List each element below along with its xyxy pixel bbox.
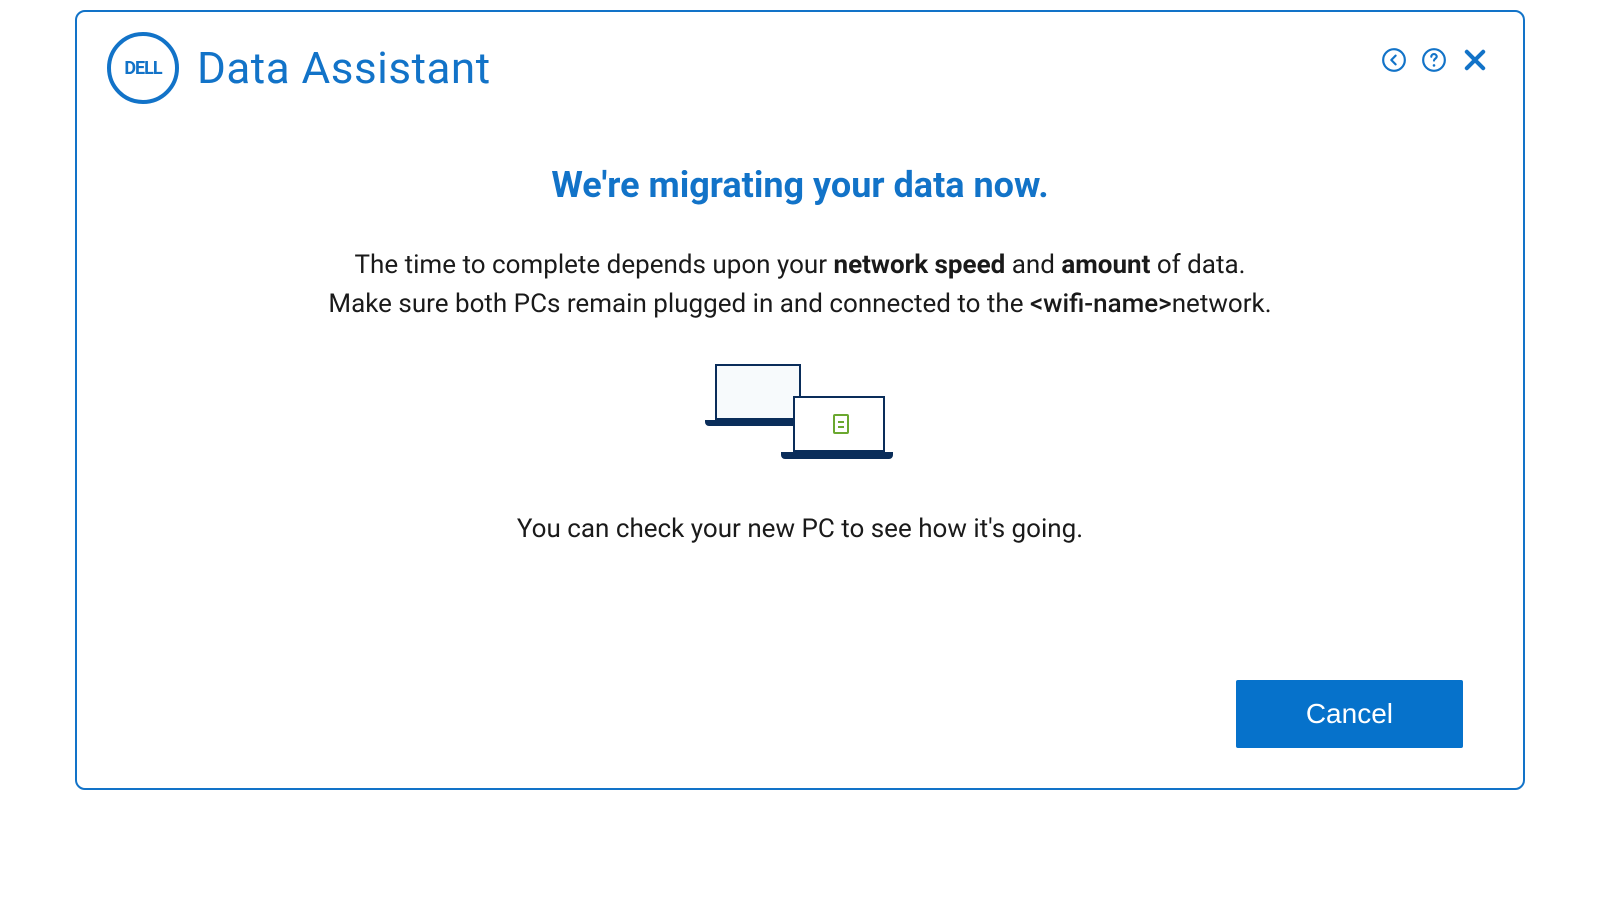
body-mid1: and: [1005, 250, 1061, 280]
wifi-name-placeholder: <wifi-name>: [1030, 289, 1172, 319]
laptop-front-icon: [793, 396, 885, 452]
laptop-front-base: [781, 452, 893, 459]
migration-illustration-icon: [715, 364, 885, 474]
body-text: The time to complete depends upon your n…: [328, 246, 1271, 324]
file-icon: [833, 414, 849, 434]
laptop-back-icon: [715, 364, 801, 420]
app-title: Data Assistant: [197, 42, 491, 94]
app-window: DELL Data Assistant: [75, 10, 1525, 790]
back-button[interactable]: [1377, 43, 1411, 77]
headline: We're migrating your data now.: [551, 164, 1048, 206]
body-mid2: of data.: [1150, 250, 1245, 280]
body-line2b: network.: [1172, 289, 1272, 319]
main-content: We're migrating your data now. The time …: [77, 124, 1523, 660]
title-icons: [1377, 42, 1493, 78]
dell-logo-icon: DELL: [107, 32, 179, 104]
close-icon: [1461, 46, 1489, 74]
close-button[interactable]: [1457, 42, 1493, 78]
body-pre: The time to complete depends upon your: [355, 250, 834, 280]
chevron-left-circle-icon: [1381, 47, 1407, 73]
body-bold2: amount: [1061, 250, 1150, 280]
cancel-button[interactable]: Cancel: [1236, 680, 1463, 748]
footer: Cancel: [77, 660, 1523, 788]
body-bold1: network speed: [834, 250, 1006, 280]
logo-text: DELL: [124, 58, 161, 79]
help-button[interactable]: [1417, 43, 1451, 77]
help-circle-icon: [1421, 47, 1447, 73]
sub-text: You can check your new PC to see how it'…: [517, 514, 1083, 544]
title-bar: DELL Data Assistant: [77, 12, 1523, 124]
body-line2a: Make sure both PCs remain plugged in and…: [328, 289, 1030, 319]
